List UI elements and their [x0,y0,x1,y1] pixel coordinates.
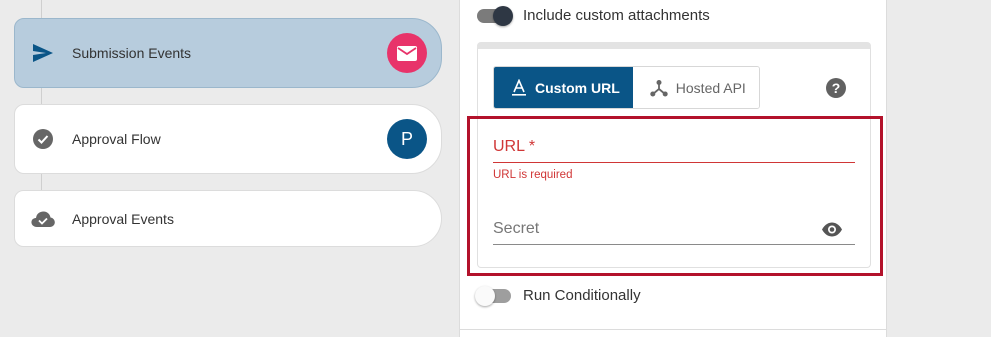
tab-hosted-api[interactable]: Hosted API [632,67,759,108]
step-label: Submission Events [72,45,192,61]
panel-divider [460,329,886,330]
source-type-toggle: Custom URL Hosted API [493,66,760,109]
step-approval-flow[interactable]: Approval Flow P [14,104,442,174]
include-attachments-toggle[interactable]: Include custom attachments [477,5,710,26]
tab-label: Hosted API [675,79,746,96]
step-label: Approval Events [72,210,174,227]
url-error-message: URL is required [493,169,573,181]
url-input[interactable]: URL * [493,138,855,163]
toggle-thumb[interactable] [475,285,495,306]
secret-input[interactable]: Secret [493,220,855,245]
text-format-icon [511,79,527,96]
secret-label: Secret [493,220,540,237]
run-conditionally-toggle[interactable]: Run Conditionally [475,285,641,306]
step-avatar: P [387,119,427,159]
toggle-track[interactable] [477,5,513,26]
tab-custom-url[interactable]: Custom URL [494,67,633,108]
step-submission-events[interactable]: Submission Events [14,18,442,88]
toggle-track[interactable] [475,285,511,306]
tab-label: Custom URL [535,79,620,96]
secret-field[interactable]: Secret [493,220,855,245]
check-circle-icon [31,127,55,151]
cloud-check-icon [31,207,55,231]
toggle-thumb[interactable] [493,5,513,26]
url-field[interactable]: URL * [493,138,855,163]
send-icon [31,41,55,65]
workflow-steps: Submission Events Approval Flow P Approv… [0,0,459,337]
step-approval-events[interactable]: Approval Events [14,190,442,247]
webhook-config-card: Custom URL Hosted API ? URL * URL is req… [477,42,871,268]
step-config-panel: Include custom attachments Custom URL Ho… [459,0,887,337]
step-avatar [387,33,427,73]
eye-icon[interactable] [821,222,843,237]
toggle-label: Run Conditionally [523,287,641,304]
step-label: Approval Flow [72,131,161,147]
help-icon[interactable]: ? [826,78,846,98]
toggle-label: Include custom attachments [523,7,710,24]
hub-icon [650,79,668,97]
mail-icon [397,45,417,61]
